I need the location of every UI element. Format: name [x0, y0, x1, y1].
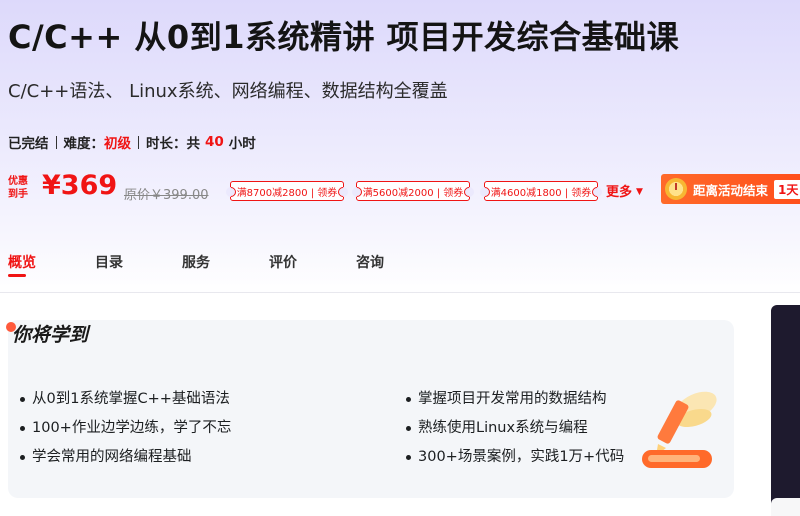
course-title: C/C++ 从0到1系统精讲 项目开发综合基础课	[8, 18, 680, 56]
side-panel-card	[771, 498, 800, 516]
tab-label: 目录	[95, 255, 123, 271]
alarm-clock-icon	[665, 178, 687, 200]
promo-tag: 优惠到手	[8, 176, 28, 200]
coupon-2[interactable]: 满5600减2000 | 领券	[356, 181, 470, 201]
coupon-1[interactable]: 满8700减2800 | 领券	[230, 181, 344, 201]
list-item: 300+场景案例，实践1万+代码	[406, 447, 624, 476]
caret-down-icon: ▼	[636, 187, 643, 197]
duration-unit: 小时	[228, 136, 256, 152]
learn-heading-text: 你将学到	[12, 324, 89, 346]
difficulty-value: 初级	[104, 136, 131, 152]
tab-catalog[interactable]: 目录	[95, 252, 123, 272]
tab-reviews[interactable]: 评价	[269, 252, 297, 272]
countdown-days: 1天	[774, 179, 800, 199]
duration-label: 时长：共	[146, 136, 200, 152]
duration-value: 40	[205, 134, 224, 150]
tab-overview[interactable]: 概览	[8, 252, 36, 277]
learn-list-left: 从0到1系统掌握C++基础语法 100+作业边学边练，学了不忘 学会常用的网络编…	[20, 389, 231, 476]
list-item: 100+作业边学边练，学了不忘	[20, 418, 231, 447]
list-item: 从0到1系统掌握C++基础语法	[20, 389, 231, 418]
side-panel	[771, 305, 800, 516]
price-row: 优惠到手 ¥369 原价￥399.00 满8700减2800 | 领券 满560…	[8, 170, 800, 206]
tab-label: 服务	[182, 255, 210, 271]
countdown-label: 距离活动结束	[693, 182, 769, 198]
tab-label: 咨询	[356, 255, 384, 271]
winged-pencil-icon	[642, 391, 717, 468]
course-subtitle: C/C++语法、 Linux系统、网络编程、数据结构全覆盖	[8, 81, 448, 102]
more-label: 更多	[606, 185, 633, 200]
current-price: ¥369	[42, 170, 118, 201]
tab-service[interactable]: 服务	[182, 252, 210, 272]
learn-heading: 你将学到	[6, 320, 89, 347]
list-item: 学会常用的网络编程基础	[20, 447, 231, 476]
more-coupons-button[interactable]: 更多 ▼	[606, 181, 643, 200]
status-text: 已完结	[8, 136, 49, 152]
tab-label: 概览	[8, 255, 36, 271]
countdown-banner[interactable]: 距离活动结束 1天	[661, 174, 800, 204]
tab-consult[interactable]: 咨询	[356, 252, 384, 272]
meta-divider	[55, 135, 57, 149]
course-meta: 已完结 难度： 初级 时长：共 40 小时	[8, 132, 256, 152]
tab-active-indicator	[8, 274, 26, 277]
original-price: 原价￥399.00	[124, 188, 209, 203]
difficulty-label: 难度：	[63, 136, 105, 152]
tabs-divider	[0, 292, 800, 293]
list-item: 掌握项目开发常用的数据结构	[406, 389, 624, 418]
course-tabs: 概览 目录 服务 评价 咨询	[8, 252, 800, 282]
tab-label: 评价	[269, 255, 297, 271]
learn-list-right: 掌握项目开发常用的数据结构 熟练使用Linux系统与编程 300+场景案例，实践…	[406, 389, 624, 476]
coupon-3[interactable]: 满4600减1800 | 领券	[484, 181, 598, 201]
list-item: 熟练使用Linux系统与编程	[406, 418, 624, 447]
meta-divider	[138, 135, 139, 149]
